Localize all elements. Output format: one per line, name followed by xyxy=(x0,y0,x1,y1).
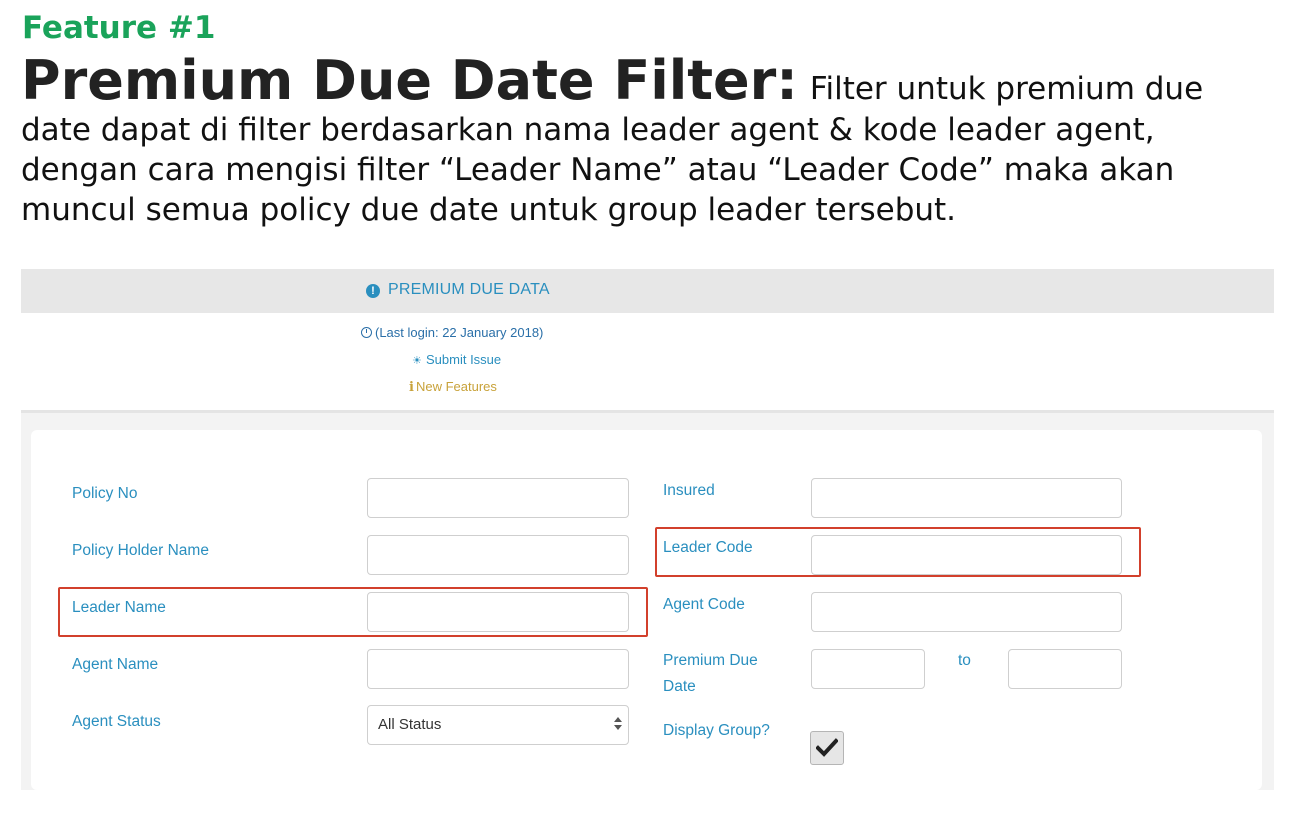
agent-status-select[interactable]: All Status xyxy=(367,705,629,745)
last-login-text: (Last login: 22 January 2018) xyxy=(375,325,544,340)
new-features-link[interactable]: i New Features xyxy=(409,379,497,395)
leader-name-highlight xyxy=(58,587,648,637)
policy-holder-name-input[interactable] xyxy=(367,535,629,575)
page-title: ! PREMIUM DUE DATA xyxy=(366,281,550,299)
feature-description-block: Premium Due Date Filter: Filter untuk pre… xyxy=(21,52,1281,230)
bug-icon: ☀ xyxy=(412,355,422,367)
policy-no-input[interactable] xyxy=(367,478,629,518)
policy-no-label: Policy No xyxy=(72,485,138,502)
premium-due-date-label-1: Premium Due xyxy=(663,652,758,669)
page-title-text: PREMIUM DUE DATA xyxy=(388,281,550,298)
premium-due-date-label-2: Date xyxy=(663,678,696,695)
last-login: (Last login: 22 January 2018) xyxy=(361,325,543,340)
info-circle-icon: ! xyxy=(366,284,380,298)
new-features-text: New Features xyxy=(415,379,497,394)
feature-label: Feature #1 xyxy=(22,10,216,46)
premium-due-date-from-input[interactable] xyxy=(811,649,925,689)
select-arrows-icon xyxy=(614,715,622,735)
agent-status-selected: All Status xyxy=(378,716,442,733)
agent-code-label: Agent Code xyxy=(663,596,745,613)
premium-due-date-to-input[interactable] xyxy=(1008,649,1122,689)
page-header-bar: ! PREMIUM DUE DATA xyxy=(21,269,1274,313)
agent-name-label: Agent Name xyxy=(72,656,159,673)
feature-title: Premium Due Date Filter: xyxy=(21,49,798,112)
date-range-to-label: to xyxy=(958,652,971,669)
submit-issue-link[interactable]: ☀ Submit Issue xyxy=(412,352,501,367)
display-group-label: Display Group? xyxy=(663,722,770,739)
clock-icon xyxy=(361,327,372,338)
display-group-checkbox[interactable] xyxy=(810,731,844,765)
checkmark-icon xyxy=(816,738,838,757)
info-icon: i xyxy=(409,380,414,395)
insured-input[interactable] xyxy=(811,478,1122,518)
agent-code-input[interactable] xyxy=(811,592,1122,632)
leader-code-highlight xyxy=(655,527,1141,577)
submit-issue-text: Submit Issue xyxy=(426,352,502,367)
agent-status-label: Agent Status xyxy=(72,713,161,730)
header-links: (Last login: 22 January 2018) ☀ Submit Is… xyxy=(21,313,1274,410)
policy-holder-name-label: Policy Holder Name xyxy=(72,542,209,559)
insured-label: Insured xyxy=(663,482,715,499)
agent-name-input[interactable] xyxy=(367,649,629,689)
